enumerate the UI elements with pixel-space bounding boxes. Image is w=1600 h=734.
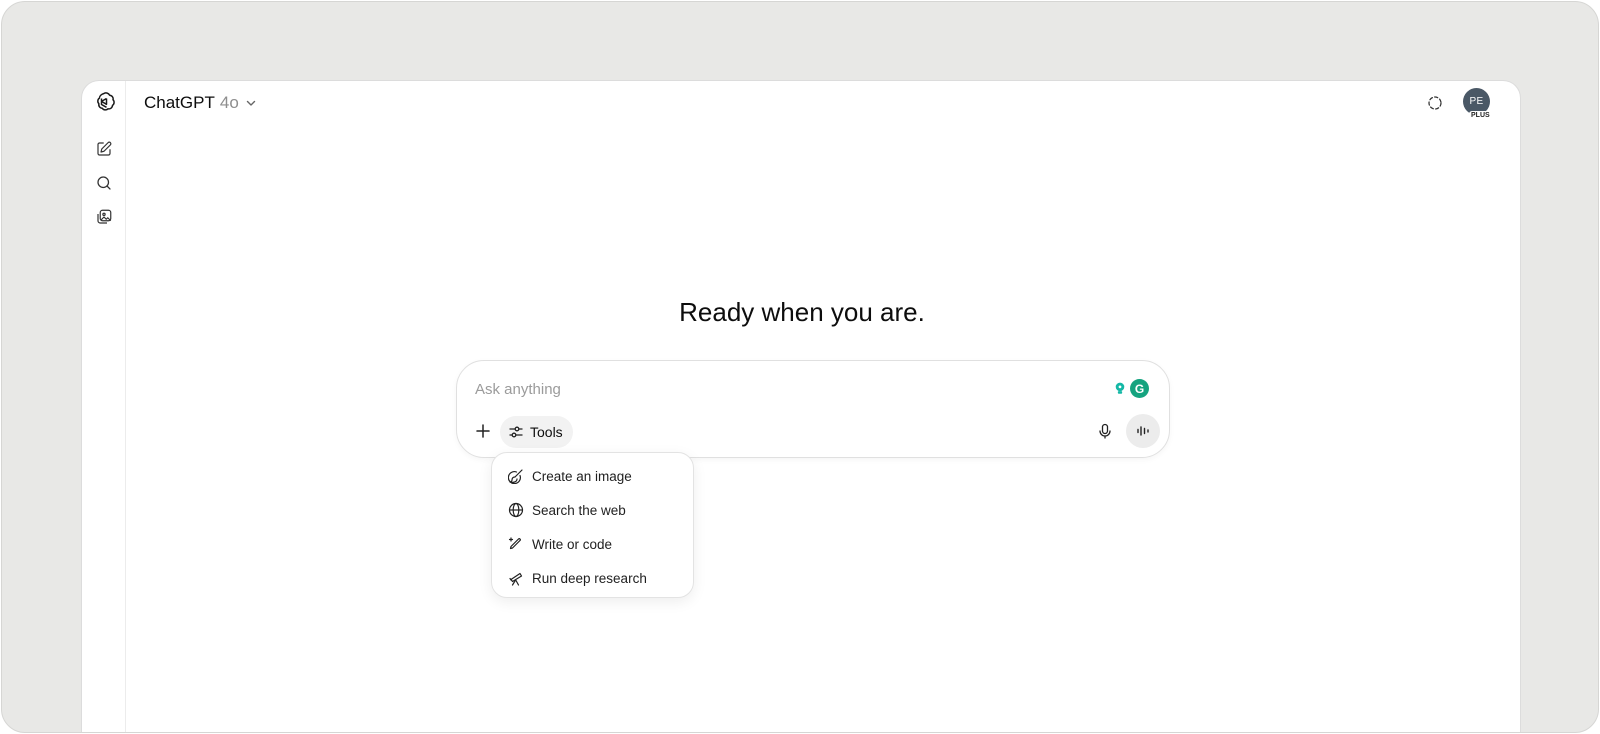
sliders-icon: [509, 426, 523, 438]
grammarly-icon[interactable]: G: [1130, 379, 1149, 398]
menu-item-deep-research[interactable]: Run deep research: [492, 561, 693, 595]
openai-logo-icon[interactable]: [89, 87, 119, 117]
library-button[interactable]: [89, 202, 119, 232]
telescope-icon: [509, 572, 523, 586]
temporary-chat-button[interactable]: [1422, 90, 1448, 116]
search-icon: [97, 176, 111, 190]
microphone-icon: [1099, 423, 1111, 439]
tools-label: Tools: [530, 424, 563, 440]
model-name: ChatGPT: [144, 93, 215, 112]
new-chat-button[interactable]: [89, 134, 119, 164]
plan-badge: PLUS: [1469, 111, 1492, 120]
plus-icon: [476, 424, 490, 438]
chevron-down-icon: [246, 100, 255, 106]
prompt-input[interactable]: [475, 377, 1075, 401]
composer: G Tools: [456, 360, 1170, 458]
new-chat-icon: [97, 141, 112, 156]
model-version: 4o: [219, 93, 239, 112]
menu-item-label: Search the web: [532, 502, 626, 518]
dictate-button[interactable]: [1092, 418, 1118, 444]
voice-mode-button[interactable]: [1126, 414, 1160, 448]
app-window: ChatGPT 4o PE PLUS Ready when you are. A…: [81, 80, 1521, 732]
menu-item-write-code[interactable]: Write or code: [492, 527, 693, 561]
menu-item-label: Create an image: [532, 468, 632, 484]
menu-item-label: Run deep research: [532, 570, 647, 586]
tools-menu: Create an image Search the web Write or …: [491, 452, 694, 598]
page-title: Ready when you are.: [679, 297, 925, 327]
search-chats-button[interactable]: [89, 168, 119, 198]
sidebar-rail: [82, 81, 126, 732]
menu-item-label: Write or code: [532, 536, 613, 552]
menu-item-search-web[interactable]: Search the web: [492, 493, 693, 527]
waveform-icon: [1137, 426, 1149, 436]
library-icon: [97, 209, 112, 224]
tools-button[interactable]: Tools: [500, 416, 573, 448]
device-frame: ChatGPT 4o PE PLUS Ready when you are. A…: [1, 1, 1599, 733]
temporary-chat-icon: [1428, 96, 1442, 110]
model-selector[interactable]: ChatGPT 4o: [140, 90, 261, 116]
image-brush-icon: [508, 469, 523, 484]
lightbulb-icon[interactable]: [1113, 380, 1127, 398]
globe-icon: [508, 502, 524, 518]
pencil-sparkle-icon: [508, 537, 521, 550]
add-attachment-button[interactable]: [470, 418, 496, 444]
menu-item-create-image[interactable]: Create an image: [492, 459, 693, 493]
